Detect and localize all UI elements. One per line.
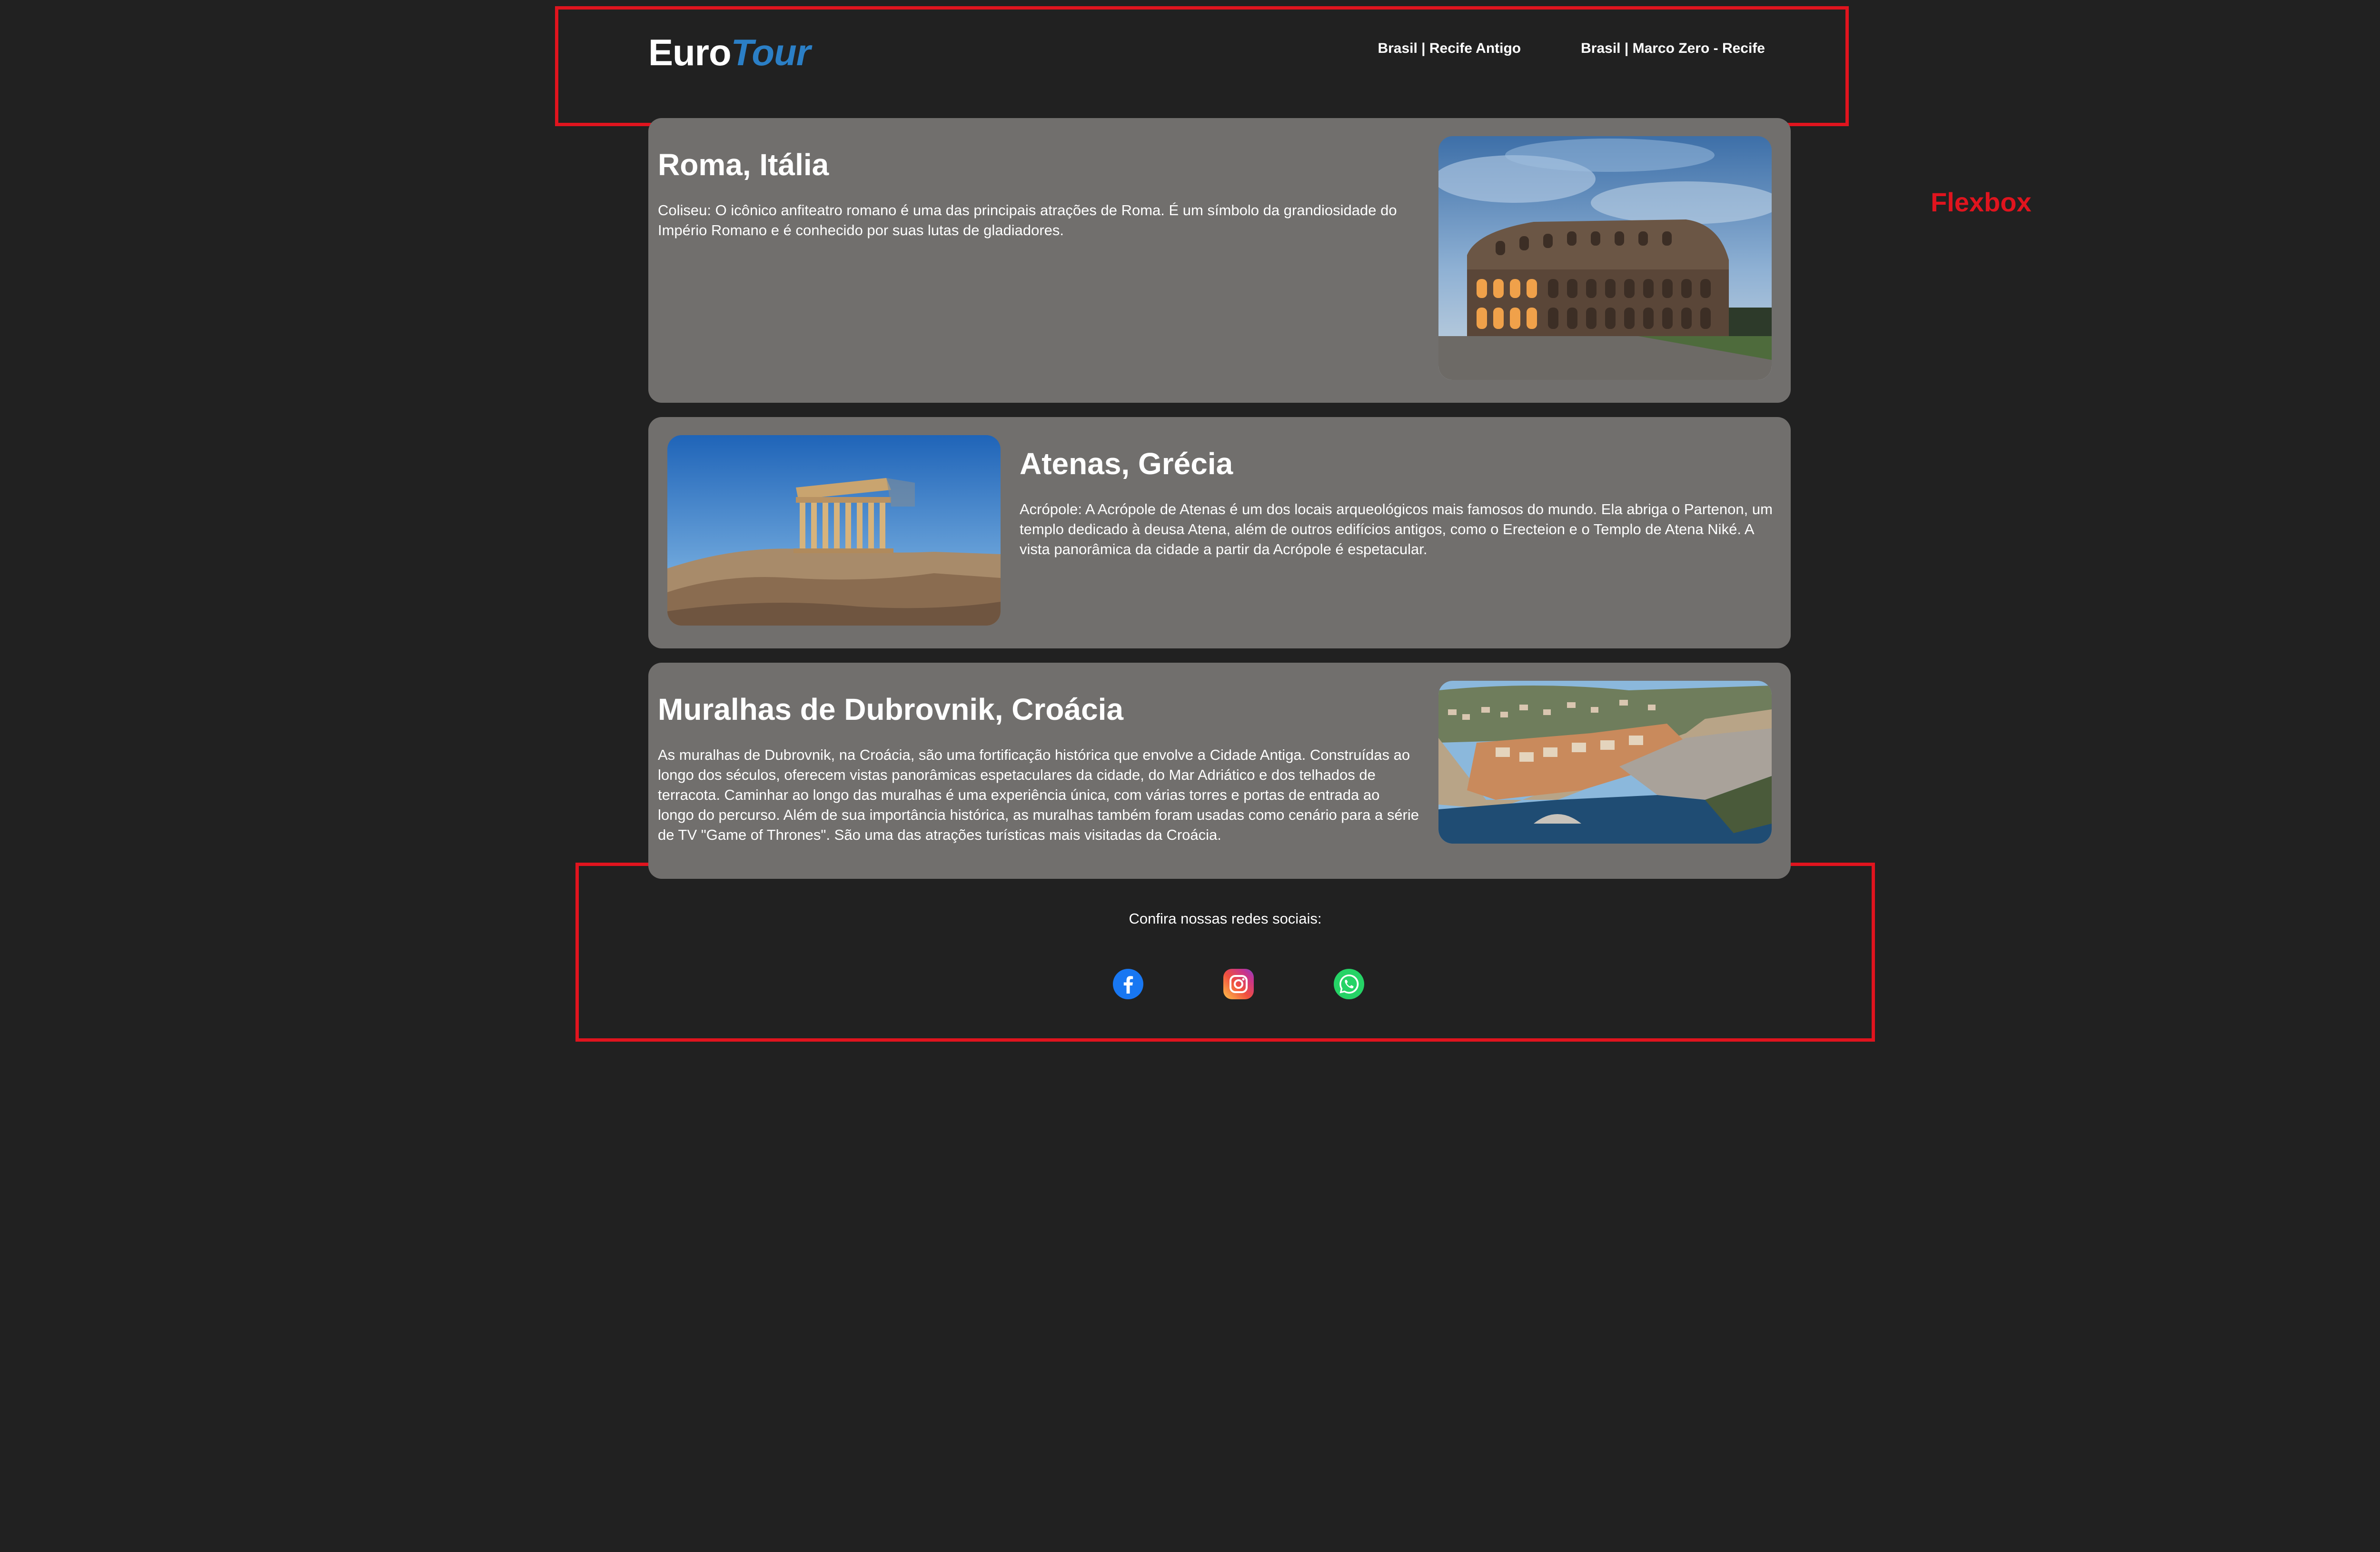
card-text: Atenas, Grécia Acrópole: A Acrópole de A… — [1020, 435, 1778, 629]
card-text: Muralhas de Dubrovnik, Croácia As muralh… — [658, 681, 1419, 860]
destination-card-dubrovnik: Muralhas de Dubrovnik, Croácia As muralh… — [648, 663, 1791, 879]
site-header: EuroTour Brasil | Recife Antigo Brasil |… — [648, 24, 1765, 81]
card-text: Roma, Itália Coliseu: O icônico anfiteat… — [658, 136, 1419, 384]
dubrovnik-photo — [1438, 681, 1772, 844]
parthenon-photo — [667, 435, 1001, 626]
card-description: As muralhas de Dubrovnik, na Croácia, sã… — [658, 746, 1419, 843]
instagram-icon[interactable] — [1223, 969, 1254, 999]
nav-link-recife-antigo[interactable]: Brasil | Recife Antigo — [1378, 40, 1521, 57]
card-description: Acrópole: A Acrópole de Atenas é um dos … — [1020, 500, 1773, 557]
destination-card-roma: Roma, Itália Coliseu: O icônico anfiteat… — [648, 118, 1791, 403]
nav-link-marco-zero[interactable]: Brasil | Marco Zero - Recife — [1581, 40, 1765, 57]
whatsapp-icon[interactable] — [1334, 969, 1364, 999]
annotation-flexbox-label: Flexbox — [1931, 187, 2032, 217]
footer-social-text: Confira nossas redes sociais: — [1129, 910, 1322, 927]
card-title: Atenas, Grécia — [1020, 447, 1233, 481]
logo-main-text: Euro — [648, 31, 732, 73]
colosseum-photo — [1438, 136, 1772, 380]
card-title: Roma, Itália — [658, 148, 829, 182]
main-nav: Brasil | Recife Antigo Brasil | Marco Ze… — [1378, 40, 1765, 57]
site-logo[interactable]: EuroTour — [648, 31, 811, 74]
card-title: Muralhas de Dubrovnik, Croácia — [658, 692, 1124, 726]
card-description: Coliseu: O icônico anfiteatro romano é u… — [658, 201, 1397, 239]
annotation-footer-box — [575, 863, 1875, 1042]
facebook-icon[interactable] — [1113, 969, 1143, 999]
destination-card-atenas: Atenas, Grécia Acrópole: A Acrópole de A… — [648, 417, 1791, 648]
logo-accent-text: Tour — [731, 31, 811, 73]
